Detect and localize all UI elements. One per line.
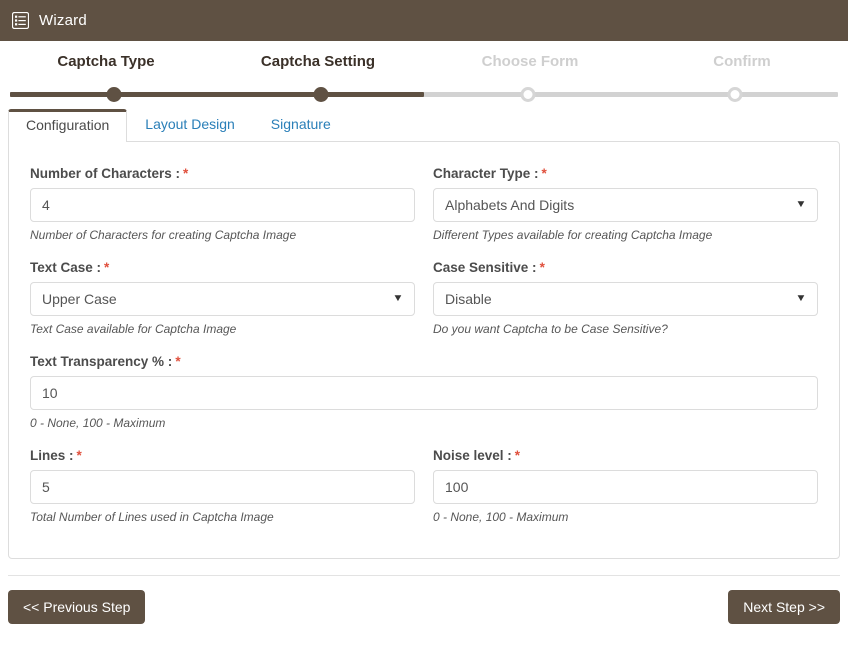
character-type-select[interactable]: Alphabets And Digits ▼ [433, 188, 818, 222]
text-case-select[interactable]: Upper Case ▼ [30, 282, 415, 316]
field-helper-text: Do you want Captcha to be Case Sensitive… [433, 322, 668, 336]
tab-label: Configuration [26, 117, 110, 134]
app-header: Wizard [0, 0, 848, 41]
select-value: Alphabets And Digits [445, 197, 575, 213]
text-transparency-input[interactable]: 10 [30, 376, 818, 410]
chevron-down-icon: ▼ [795, 293, 807, 304]
field-character-type: Character Type : * Alphabets And Digits ▼… [424, 156, 827, 242]
field-label: Character Type : * [433, 166, 818, 181]
tab-signature[interactable]: Signature [253, 108, 349, 141]
chevron-down-icon: ▼ [795, 199, 807, 210]
required-marker: * [539, 260, 545, 275]
wizard-step-label: Captcha Type [57, 53, 155, 70]
wizard-step-captcha-type[interactable]: Captcha Type [0, 53, 212, 83]
wizard-step-label: Confirm [713, 53, 771, 70]
input-value: 5 [42, 479, 50, 495]
required-marker: * [514, 448, 521, 463]
case-sensitive-select[interactable]: Disable ▼ [433, 282, 818, 316]
form-row: Lines : * 5 Total Number of Lines used in… [21, 438, 827, 524]
field-helper-text: Total Number of Lines used in Captcha Im… [30, 510, 274, 524]
number-of-characters-input[interactable]: 4 [30, 188, 415, 222]
app-title: Wizard [39, 12, 87, 29]
field-helper-text: 0 - None, 100 - Maximum [30, 416, 166, 430]
tab-label: Signature [270, 116, 331, 133]
wizard-footer: << Previous Step Next Step >> [8, 575, 840, 624]
required-marker: * [175, 354, 181, 369]
wizard-steps: Captcha Type Captcha Setting Choose Form… [0, 53, 848, 83]
label-text: Lines : [30, 448, 74, 463]
next-step-button[interactable]: Next Step >> [728, 590, 840, 624]
required-marker: * [76, 448, 82, 463]
wizard-step-label: Captcha Setting [260, 53, 376, 70]
progress-track-fill [10, 92, 424, 97]
field-helper-text: 0 - None, 100 - Maximum [433, 510, 569, 524]
tab-configuration[interactable]: Configuration [8, 109, 128, 142]
required-marker: * [183, 166, 189, 181]
field-label: Case Sensitive : * [433, 260, 818, 275]
field-helper-text: Different Types available for creating C… [433, 228, 713, 242]
wizard-step-confirm[interactable]: Confirm [636, 53, 848, 83]
label-text: Text Transparency % : [30, 354, 173, 369]
wizard-step-captcha-setting[interactable]: Captcha Setting [212, 53, 424, 83]
list-alt-icon [12, 12, 29, 29]
required-marker: * [541, 166, 547, 181]
select-value: Disable [445, 291, 492, 307]
label-text: Number of Characters : [30, 166, 181, 181]
wizard-dot-captcha-type[interactable] [106, 87, 121, 102]
field-case-sensitive: Case Sensitive : * Disable ▼ Do you want … [424, 250, 827, 336]
field-text-case: Text Case : * Upper Case ▼ Text Case avai… [21, 250, 424, 336]
form-row: Text Transparency % : * 10 0 - None, 100 … [21, 344, 827, 430]
wizard-dot-captcha-setting[interactable] [313, 87, 328, 102]
chevron-down-icon: ▼ [392, 293, 404, 304]
input-value: 100 [445, 479, 469, 495]
field-noise-level: Noise level : * 100 0 - None, 100 - Maxim… [424, 438, 827, 524]
field-helper-text: Number of Characters for creating Captch… [30, 228, 297, 242]
field-helper-text: Text Case available for Captcha Image [30, 322, 237, 336]
tab-label: Layout Design [145, 116, 235, 133]
input-value: 4 [42, 197, 50, 213]
form-row: Number of Characters : * 4 Number of Char… [21, 156, 827, 242]
label-text: Case Sensitive : [433, 260, 537, 275]
wizard-step-label: Choose Form [481, 53, 579, 70]
field-label: Text Case : * [30, 260, 415, 275]
wizard-progress-track [10, 87, 838, 103]
noise-level-input[interactable]: 100 [433, 470, 818, 504]
tab-layout-design[interactable]: Layout Design [127, 108, 253, 141]
field-number-of-characters: Number of Characters : * 4 Number of Char… [21, 156, 424, 242]
previous-step-button[interactable]: << Previous Step [8, 590, 146, 624]
label-text: Character Type : [433, 166, 539, 181]
configuration-panel: Number of Characters : * 4 Number of Char… [8, 141, 840, 559]
wizard-step-choose-form[interactable]: Choose Form [424, 53, 636, 83]
wizard-dot-choose-form[interactable] [520, 87, 535, 102]
wizard-progress: Captcha Type Captcha Setting Choose Form… [0, 41, 848, 109]
label-text: Noise level : [433, 448, 512, 463]
field-label: Text Transparency % : * [30, 354, 818, 369]
field-text-transparency: Text Transparency % : * 10 0 - None, 100 … [21, 344, 827, 430]
field-lines: Lines : * 5 Total Number of Lines used in… [21, 438, 424, 524]
tab-bar: Configuration Layout Design Signature [0, 108, 848, 142]
select-value: Upper Case [42, 291, 117, 307]
field-label: Lines : * [30, 448, 415, 463]
label-text: Text Case : [30, 260, 102, 275]
field-label: Number of Characters : * [30, 166, 415, 181]
input-value: 10 [42, 385, 58, 401]
field-label: Noise level : * [433, 448, 818, 463]
required-marker: * [104, 260, 110, 275]
wizard-dot-confirm[interactable] [727, 87, 742, 102]
lines-input[interactable]: 5 [30, 470, 415, 504]
form-row: Text Case : * Upper Case ▼ Text Case avai… [21, 250, 827, 336]
